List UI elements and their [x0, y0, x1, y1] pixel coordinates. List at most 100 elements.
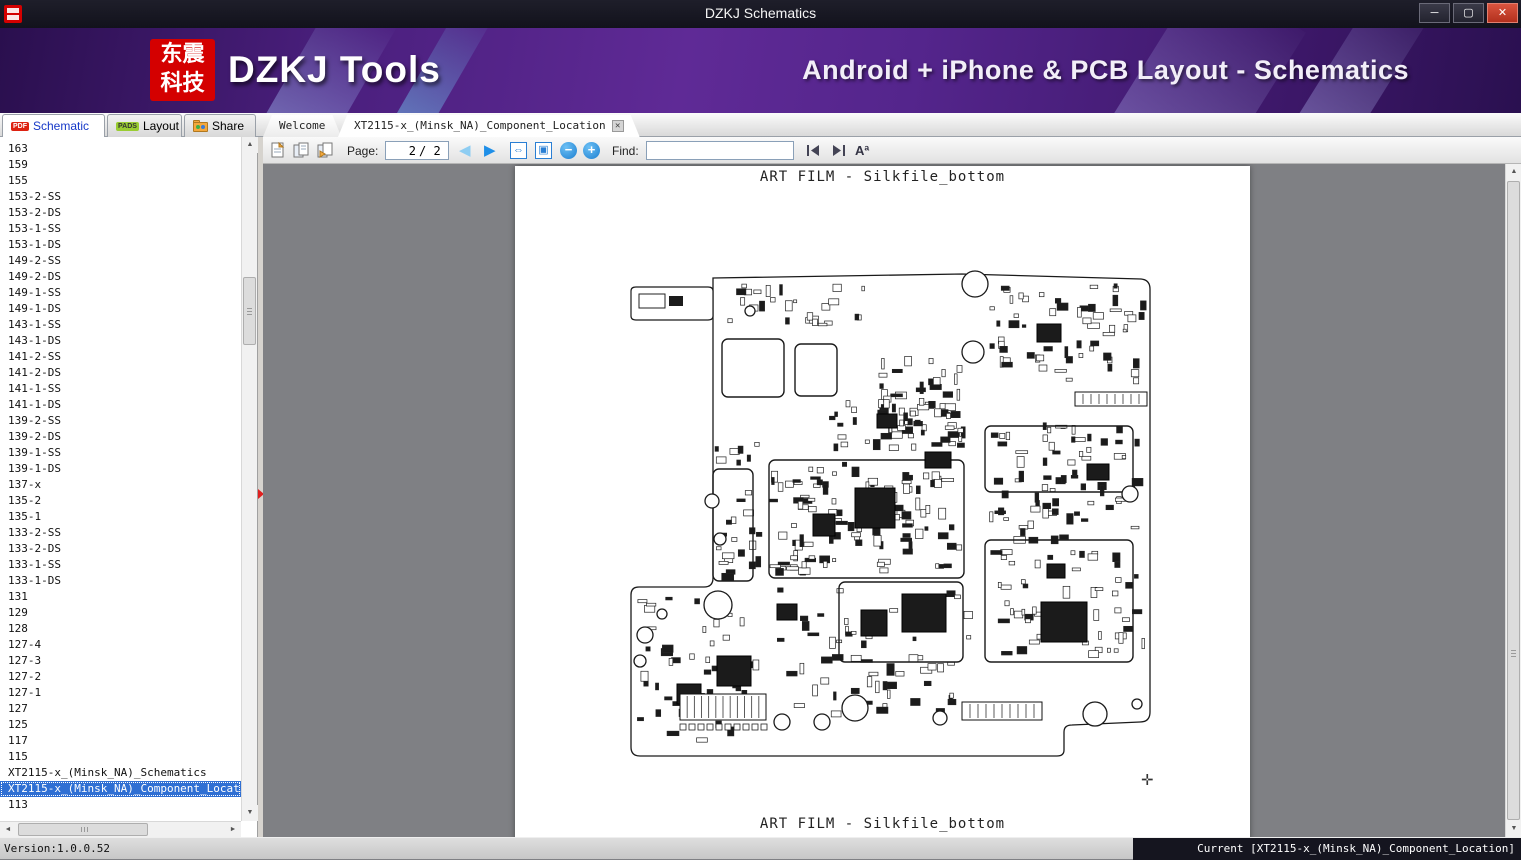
list-item[interactable]: 149-2-DS — [0, 269, 241, 285]
header-banner: 东震 科技 DZKJ Tools Android + iPhone & PCB … — [0, 28, 1521, 113]
document-vertical-scrollbar[interactable]: ▲ ▼ — [1505, 164, 1521, 837]
pads-icon: PADS — [116, 121, 139, 131]
list-item[interactable]: 127-2 — [0, 669, 241, 685]
list-item[interactable]: 127-4 — [0, 637, 241, 653]
page-next-button[interactable]: ▶ — [484, 137, 496, 164]
list-item[interactable]: 149-2-SS — [0, 253, 241, 269]
list-item[interactable]: 139-1-DS — [0, 461, 241, 477]
two-page-icon[interactable] — [293, 142, 310, 159]
page-list: 163 159 155 153-2-SS 153-2-DS 153-1-SS 153-1-D… — [0, 141, 241, 821]
scroll-right-button[interactable]: ► — [225, 822, 241, 838]
page-number-input[interactable] — [390, 143, 416, 158]
list-item[interactable]: 127 — [0, 701, 241, 717]
list-item[interactable]: 135-1 — [0, 509, 241, 525]
schematic-page-list: 163 159 155 153-2-SS 153-2-DS 153-1-SS 153-1-D… — [0, 137, 258, 838]
list-item[interactable]: 141-2-DS — [0, 365, 241, 381]
status-bar: Version:1.0.0.52 Current [XT2115-x_(Mins… — [0, 837, 1521, 860]
sidebar-hscroll-thumb[interactable] — [18, 823, 148, 836]
list-item[interactable]: 153-1-DS — [0, 237, 241, 253]
fit-page-button[interactable]: ▣ — [535, 142, 552, 159]
list-item[interactable]: 139-1-SS — [0, 445, 241, 461]
list-item[interactable]: 133-1-SS — [0, 557, 241, 573]
find-prev-button[interactable] — [806, 144, 821, 157]
list-item[interactable]: 117 — [0, 733, 241, 749]
list-item[interactable]: 139-2-DS — [0, 429, 241, 445]
pdf-icon: PDF — [11, 121, 29, 131]
list-item[interactable]: 149-1-SS — [0, 285, 241, 301]
list-item[interactable]: 139-2-SS — [0, 413, 241, 429]
sidebar-vertical-scrollbar[interactable]: ▲ ▼ — [241, 137, 258, 821]
share-folder-icon — [193, 120, 208, 132]
page-copy-icon[interactable] — [317, 142, 334, 159]
find-input[interactable] — [646, 141, 794, 160]
doc-scroll-up-button[interactable]: ▲ — [1506, 164, 1521, 180]
list-item[interactable]: 159 — [0, 157, 241, 173]
list-item[interactable]: 141-1-SS — [0, 381, 241, 397]
list-item[interactable]: 129 — [0, 605, 241, 621]
version-text: Version:1.0.0.52 — [4, 842, 110, 855]
list-item[interactable]: 131 — [0, 589, 241, 605]
list-item[interactable]: XT2115-x_(Minsk_NA)_Component_Location — [0, 781, 241, 797]
tab-schematic[interactable]: PDF Schematic — [2, 114, 105, 137]
dzkj-logo: 东震 科技 — [150, 39, 215, 101]
maximize-button[interactable]: ▢ — [1453, 3, 1484, 23]
list-item[interactable]: XT2115-x_(Minsk_NA)_Schematics — [0, 765, 241, 781]
page-total: / 2 — [419, 143, 441, 158]
sidebar-horizontal-scrollbar[interactable]: ◄ ► — [0, 821, 241, 838]
list-item[interactable]: 135-2 — [0, 493, 241, 509]
font-size-button[interactable]: Aª — [855, 143, 869, 158]
scroll-left-button[interactable]: ◄ — [0, 822, 16, 838]
doc-tab-welcome[interactable]: Welcome — [263, 115, 341, 137]
tab-share[interactable]: Share — [184, 114, 256, 137]
find-label: Find: — [612, 143, 639, 158]
zoom-in-button[interactable]: + — [583, 142, 600, 159]
doc-scroll-down-button[interactable]: ▼ — [1506, 821, 1521, 837]
viewer-pane: Page: / 2 ◀ ▶ ⇔ ▣ − + Find: Aª ART FILM … — [263, 137, 1521, 837]
list-item[interactable]: 133-1-DS — [0, 573, 241, 589]
zoom-out-button[interactable]: − — [560, 142, 577, 159]
list-item[interactable]: 137-x — [0, 477, 241, 493]
page-prev-button[interactable]: ◀ — [459, 137, 471, 164]
list-item[interactable]: 127-1 — [0, 685, 241, 701]
list-item[interactable]: 128 — [0, 621, 241, 637]
list-item[interactable]: 125 — [0, 717, 241, 733]
page-footer-text: ART FILM - Silkfile_bottom — [759, 816, 1006, 832]
single-page-icon[interactable] — [269, 142, 286, 159]
list-item[interactable]: 133-2-DS — [0, 541, 241, 557]
list-item[interactable]: 155 — [0, 173, 241, 189]
list-item[interactable]: 153-1-SS — [0, 221, 241, 237]
list-item[interactable]: 141-1-DS — [0, 397, 241, 413]
list-item[interactable]: 127-3 — [0, 653, 241, 669]
tab-layout[interactable]: PADS Layout — [107, 114, 182, 137]
tab-share-label: Share — [212, 119, 245, 133]
doc-vscroll-thumb[interactable] — [1507, 181, 1520, 820]
logo-line1: 东震 — [160, 41, 205, 66]
list-item[interactable]: 153-2-DS — [0, 205, 241, 221]
list-item[interactable]: 153-2-SS — [0, 189, 241, 205]
tab-layout-label: Layout — [142, 119, 179, 133]
find-next-button[interactable] — [831, 144, 846, 157]
tab-close-icon[interactable]: ✕ — [612, 120, 624, 132]
page-label: Page: — [347, 143, 379, 158]
tab-schematic-label: Schematic — [33, 119, 90, 133]
list-item[interactable]: 143-1-SS — [0, 317, 241, 333]
fit-width-button[interactable]: ⇔ — [510, 142, 527, 159]
list-item[interactable]: 133-2-SS — [0, 525, 241, 541]
minimize-button[interactable]: ─ — [1419, 3, 1450, 23]
doc-tab-component-location[interactable]: XT2115-x_(Minsk_NA)_Component_Location ✕ — [338, 115, 640, 137]
logo-line2: 科技 — [160, 70, 205, 95]
list-item[interactable]: 113 — [0, 797, 241, 813]
crosshair-mark: ✛ — [1141, 771, 1154, 789]
list-item[interactable]: 163 — [0, 141, 241, 157]
scroll-up-button[interactable]: ▲ — [242, 137, 258, 153]
close-button[interactable]: ✕ — [1487, 3, 1518, 23]
viewer-toolbar: Page: / 2 ◀ ▶ ⇔ ▣ − + Find: Aª — [263, 137, 1521, 164]
list-item[interactable]: 149-1-DS — [0, 301, 241, 317]
pcb-silkscreen-drawing — [630, 270, 1151, 757]
sidebar-vscroll-thumb[interactable] — [243, 277, 256, 345]
list-item[interactable]: 141-2-SS — [0, 349, 241, 365]
list-item[interactable]: 115 — [0, 749, 241, 765]
scroll-down-button[interactable]: ▼ — [242, 805, 258, 821]
window-title: DZKJ Schematics — [704, 5, 817, 21]
list-item[interactable]: 143-1-DS — [0, 333, 241, 349]
